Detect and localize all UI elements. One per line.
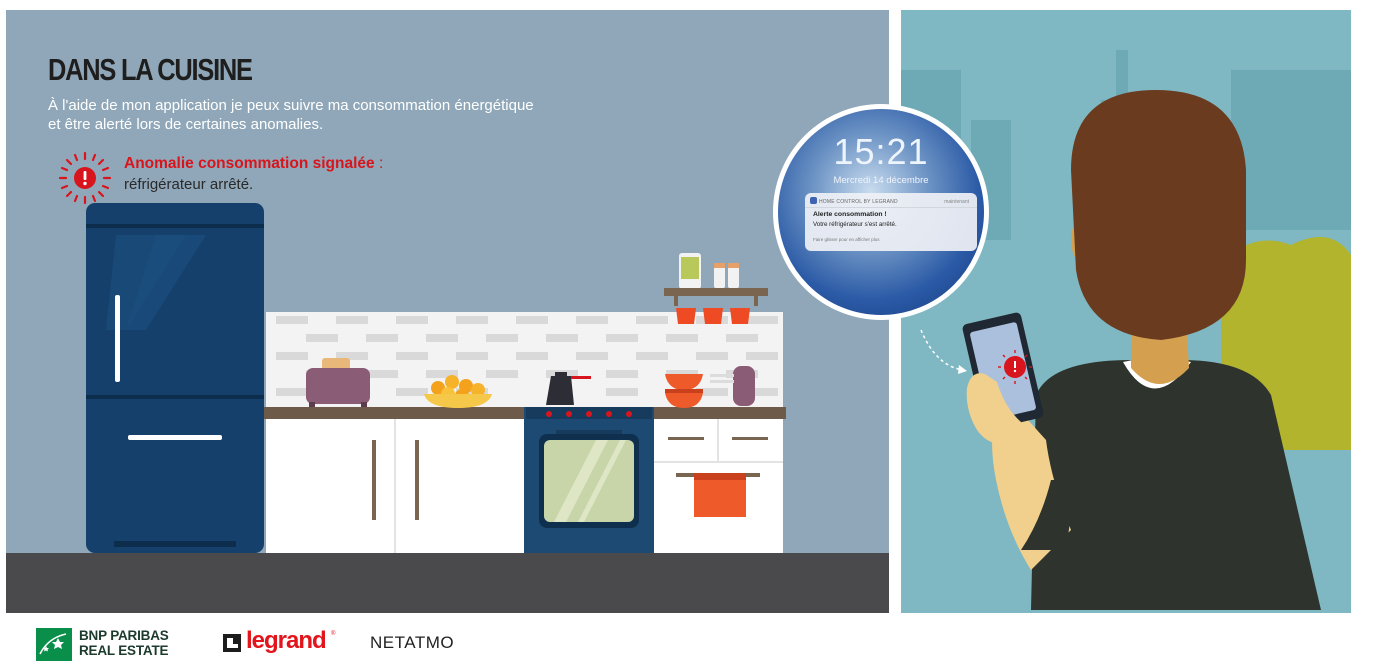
notification-time: maintenant <box>944 199 969 205</box>
oven <box>524 407 654 553</box>
legrand-registered-mark: ® <box>331 631 336 637</box>
subtitle-line-1: À l'aide de mon application je peux suiv… <box>48 97 534 114</box>
notification-separator <box>805 207 977 208</box>
lockscreen-date: Mercredi 14 décembre <box>833 175 929 186</box>
alert-burst-icon <box>58 151 112 205</box>
alert-headline-text: Anomalie consommation signalée <box>124 155 375 172</box>
subtitle-line-2: et être alerté lors de certaines anomali… <box>48 116 324 133</box>
notification-title: Alerte consommation ! <box>813 211 887 218</box>
kitchen-scene: DANS LA CUISINE À l'aide de mon applicat… <box>6 10 889 613</box>
person-illustration <box>901 50 1351 610</box>
floor <box>6 553 889 613</box>
notification-text: Votre réfrigérateur s'est arrêté. <box>813 221 897 228</box>
bnp-paribas-logo-icon <box>36 628 72 661</box>
legrand-wordmark: legrand <box>246 627 327 654</box>
page-title: DANS LA CUISINE <box>48 52 253 87</box>
bnp-line-2: REAL ESTATE <box>79 643 169 658</box>
lockscreen-time: 15:21 <box>833 131 929 172</box>
page-subtitle: À l'aide de mon application je peux suiv… <box>48 96 648 134</box>
notification-hint: Faire glisser pour en afficher plus <box>813 237 880 242</box>
bnp-line-1: BNP PARIBAS <box>79 628 169 643</box>
alert-colon: : <box>374 155 384 172</box>
fridge <box>86 203 264 553</box>
arrow-head <box>958 365 967 374</box>
netatmo-wordmark: NETATMO <box>370 633 455 652</box>
app-icon <box>810 197 817 204</box>
mixing-bowls <box>665 374 703 408</box>
legrand-logo-icon <box>223 634 241 652</box>
phone-zoom-bubble: 15:21 Mercredi 14 décembre HOME CONTROL … <box>773 104 989 320</box>
bnp-paribas-wordmark: BNP PARIBAS REAL ESTATE <box>79 628 169 658</box>
person-panel <box>901 10 1351 613</box>
alert-headline: Anomalie consommation signalée : <box>124 155 383 173</box>
head <box>1071 90 1246 340</box>
alert-detail: réfrigérateur arrêté. <box>124 176 254 193</box>
notification-card[interactable]: HOME CONTROL BY LEGRAND maintenant Alert… <box>805 193 977 251</box>
dashed-arrow <box>920 329 964 371</box>
notification-app-name: HOME CONTROL BY LEGRAND <box>819 199 898 205</box>
footer <box>0 613 1379 666</box>
